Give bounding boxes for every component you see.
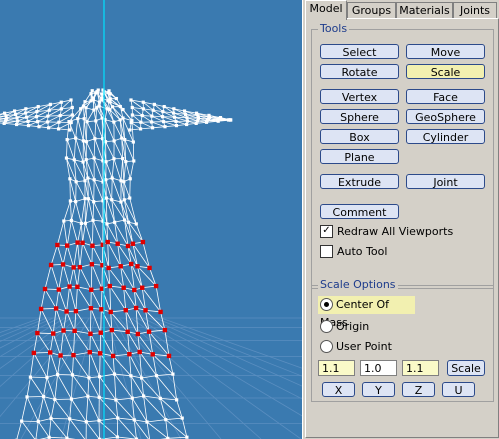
x-axis-button[interactable]: X (322, 382, 355, 397)
extrude-button[interactable]: Extrude (320, 174, 399, 189)
checkbox-empty-icon (320, 244, 333, 258)
rotate-button[interactable]: Rotate (320, 64, 399, 79)
model-tab-content: Tools Select Move Rotate Scale Vertex Fa… (305, 18, 499, 438)
tools-group: Tools Select Move Rotate Scale Vertex Fa… (311, 22, 494, 289)
joint-button[interactable]: Joint (406, 174, 485, 189)
radio-empty-icon (320, 319, 333, 333)
tools-legend: Tools (318, 22, 350, 35)
redraw-all-checkbox[interactable]: ✓ Redraw All Viewports (320, 224, 453, 239)
3d-viewport[interactable] (0, 0, 303, 439)
tab-materials[interactable]: Materials (396, 2, 453, 19)
checkbox-checked-icon: ✓ (320, 224, 333, 238)
user-point-label: User Point (336, 340, 392, 353)
auto-tool-checkbox[interactable]: Auto Tool (320, 244, 387, 259)
plane-button[interactable]: Plane (320, 149, 399, 164)
origin-label: Origin (336, 320, 370, 333)
box-button[interactable]: Box (320, 129, 399, 144)
tool-panel: Model Groups Materials Joints Tools Sele… (303, 0, 499, 439)
redraw-all-label: Redraw All Viewports (337, 225, 454, 238)
radio-empty-icon (320, 339, 333, 353)
tab-bar: Model Groups Materials Joints (305, 0, 497, 20)
move-button[interactable]: Move (406, 44, 485, 59)
cylinder-button[interactable]: Cylinder (406, 129, 485, 144)
user-point-radio[interactable]: User Point (318, 338, 392, 356)
y-axis-button[interactable]: Y (362, 382, 395, 397)
scale-x-input[interactable]: 1.1 (318, 360, 355, 376)
u-axis-button[interactable]: U (442, 382, 475, 397)
select-button[interactable]: Select (320, 44, 399, 59)
radio-selected-icon (320, 297, 333, 311)
tab-joints[interactable]: Joints (453, 2, 497, 19)
scale-options-legend: Scale Options (318, 278, 398, 291)
tab-groups[interactable]: Groups (347, 2, 396, 19)
vertex-button[interactable]: Vertex (320, 89, 399, 104)
scale-tool-button[interactable]: Scale (406, 64, 485, 79)
center-of-mass-radio[interactable]: Center Of Mass (318, 296, 415, 329)
geosphere-button[interactable]: GeoSphere (406, 109, 485, 124)
apply-scale-button[interactable]: Scale (447, 360, 485, 376)
face-button[interactable]: Face (406, 89, 485, 104)
auto-tool-label: Auto Tool (337, 245, 388, 258)
z-axis-button[interactable]: Z (402, 382, 435, 397)
tab-model[interactable]: Model (305, 0, 347, 20)
scale-options-group: Scale Options Center Of Mass Origin User… (311, 278, 494, 402)
scale-y-input[interactable]: 1.0 (360, 360, 397, 376)
comment-button[interactable]: Comment (320, 204, 399, 219)
scale-z-input[interactable]: 1.1 (402, 360, 439, 376)
sphere-button[interactable]: Sphere (320, 109, 399, 124)
wireframe-model (0, 0, 302, 439)
origin-radio[interactable]: Origin (318, 318, 369, 336)
